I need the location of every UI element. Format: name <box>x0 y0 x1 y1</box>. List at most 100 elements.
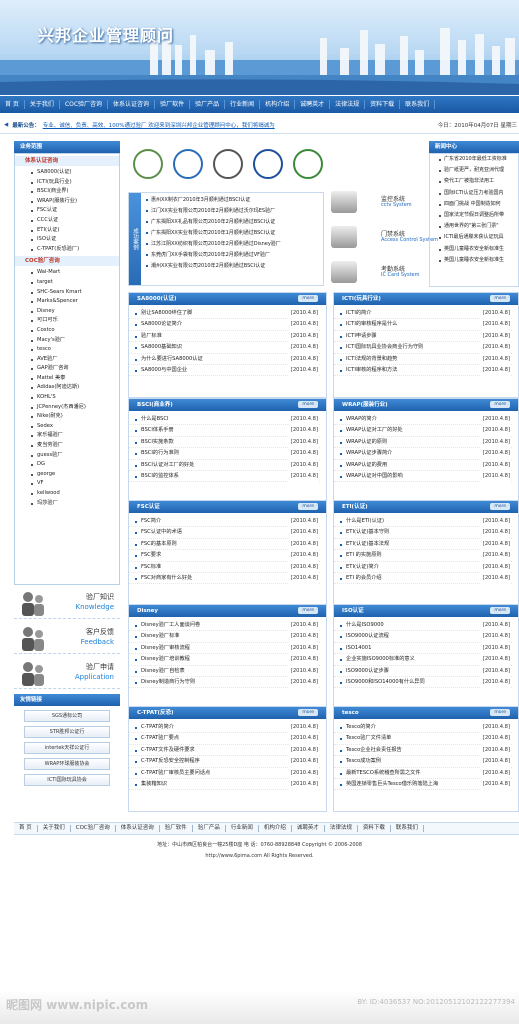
panel-list-item[interactable]: BSCI体系手册 [2010.4.8] <box>129 425 320 437</box>
sidebar-coc-item[interactable]: JCPenney(杰西潘尼) <box>15 403 119 413</box>
panel-list-item[interactable]: ICTI法规的背景和趋势 [2010.4.8] <box>334 353 512 365</box>
nav-item[interactable]: 行业新闻 <box>225 100 261 109</box>
friend-link-button[interactable]: ICTI国际玩具协会 <box>24 774 110 786</box>
panel-list-item[interactable]: Tesco验厂文件清单 [2010.4.8] <box>334 733 512 745</box>
news-item[interactable]: 通用世界的"第三张门票" <box>430 221 518 232</box>
more-button[interactable]: more <box>298 401 318 408</box>
panel-list-item[interactable]: FSC标准 [2010.4.8] <box>129 561 320 573</box>
news-item[interactable]: 奕代工厂被指非法用工 <box>430 176 518 187</box>
sidebar-cert-item[interactable]: ETI(认证) <box>15 226 119 236</box>
sidebar-coc-item[interactable]: Nike(耐克) <box>15 412 119 422</box>
news-item[interactable]: 英国儿童睡衣安全新标准生 <box>430 244 518 255</box>
footer-nav-item[interactable]: 资料下载 <box>358 825 391 832</box>
panel-list-item[interactable]: ICTI的审核程序是什么 [2010.4.8] <box>334 319 512 331</box>
news-item[interactable]: 国际ICTI认证压力考验国内 <box>430 188 518 199</box>
panel-list-item[interactable]: BSCI的行为准则 [2010.4.8] <box>129 448 320 460</box>
panel-list-item[interactable]: BSCI实施条款 [2010.4.8] <box>129 436 320 449</box>
panel-list-item[interactable]: 最新TESCO系统稽查所需之文件 [2010.4.8] <box>334 767 512 779</box>
nav-item[interactable]: 关于我们 <box>25 100 60 109</box>
footer-nav-item[interactable]: 验厂软件 <box>160 825 193 832</box>
panel-list-item[interactable]: FSC要求 [2010.4.8] <box>129 550 320 562</box>
sidebar-coc-item[interactable]: VF <box>15 479 119 489</box>
case-item[interactable]: 惠州XX制衣厂2010年3月顺利通过BSCI认证 <box>145 195 281 206</box>
panel-list-item[interactable]: 什么是BSCI [2010.4.8] <box>129 414 320 426</box>
panel-list-item[interactable]: 集装箱知识 [2010.4.8] <box>129 778 320 791</box>
panel-list-item[interactable]: ETI(认证)基本法规 [2010.4.8] <box>334 538 512 551</box>
sidebar-cert-item[interactable]: CCC认证 <box>15 216 119 226</box>
footer-nav-item[interactable]: 联系我们 <box>391 825 424 832</box>
panel-list-item[interactable]: 英国连锁零售巨头Tesco借乐购落陆上海 [2010.4.8] <box>334 778 512 791</box>
nav-item[interactable]: 首 页 <box>0 100 25 109</box>
sidebar-cert-item[interactable]: BSCI(商业界) <box>15 187 119 197</box>
sidebar-coc-item[interactable]: SHC-Sears Kmart <box>15 288 119 298</box>
site-logo[interactable]: 兴邦企业管理顾问 <box>38 22 174 46</box>
sidebar-coc-item[interactable]: 玛莎验厂 <box>15 499 119 509</box>
panel-list-item[interactable]: 什么是ETI(认证) [2010.4.8] <box>334 516 512 528</box>
panel-list-item[interactable]: Tesco的简介 [2010.4.8] <box>334 722 512 734</box>
panel-list-item[interactable]: C-TPAT文件及硬件要求 [2010.4.8] <box>129 744 320 757</box>
product-3[interactable]: 考勤系统 IC Card System <box>329 257 424 288</box>
panel-list-item[interactable]: ETI 的会员介绍 [2010.4.8] <box>334 572 512 585</box>
news-item[interactable]: 国家法定节假日调整后所带 <box>430 210 518 221</box>
friend-link-button[interactable]: SGS通标公司 <box>24 710 110 722</box>
more-button[interactable]: more <box>490 503 510 510</box>
friend-link-button[interactable]: WRAP环球服装协会 <box>24 758 110 770</box>
footer-nav-item[interactable]: 关于我们 <box>38 825 71 832</box>
footer-nav-item[interactable]: 验厂产品 <box>193 825 226 832</box>
footer-nav-item[interactable]: 首 页 <box>14 825 38 832</box>
panel-list-item[interactable]: ETI(认证)简介 [2010.4.8] <box>334 561 512 573</box>
news-item[interactable]: 验厂纸更严，耐克亚洲代理 <box>430 165 518 176</box>
panel-list-item[interactable]: Tesco企业社会责任报告 [2010.4.8] <box>334 744 512 757</box>
more-button[interactable]: more <box>490 401 510 408</box>
sidebar-cert-item[interactable]: SA8000(认证) <box>15 168 119 178</box>
panel-list-item[interactable]: ICTI的简介 [2010.4.8] <box>334 308 512 320</box>
sidebar-coc-item[interactable]: GAP验厂咨询 <box>15 364 119 374</box>
panel-list-item[interactable]: WRAP认证的原则 [2010.4.8] <box>334 436 512 449</box>
panel-list-item[interactable]: WRAP认证对工厂的好处 [2010.4.8] <box>334 425 512 437</box>
sidebar-cert-item[interactable]: C-TPAT(反恐验厂) <box>15 245 119 255</box>
announcement-text[interactable]: 专业、诚信、负责、高效、100%通过验厂 欢迎来到深圳兴邦企业管理顾问中心，我们… <box>43 121 275 129</box>
sidebar-coc-item[interactable]: Sedex <box>15 422 119 432</box>
footer-nav-item[interactable]: 机构介绍 <box>259 825 292 832</box>
panel-list-item[interactable]: Disney验厂工人面谈问卷 [2010.4.8] <box>129 620 320 632</box>
panel-list-item[interactable]: BSCI的监控体系 [2010.4.8] <box>129 470 320 483</box>
footer-nav-item[interactable]: 体系认证咨询 <box>116 825 160 832</box>
panel-list-item[interactable]: BSCI认证对工厂的好处 [2010.4.8] <box>129 459 320 471</box>
footer-nav-item[interactable]: COC验厂咨询 <box>71 825 116 832</box>
nav-item[interactable]: 机构介绍 <box>260 100 296 109</box>
footer-nav-item[interactable]: 行业新闻 <box>226 825 259 832</box>
case-item[interactable]: 广东揭阳XX实业有限公司2010年1月顺利通过BSCI认证 <box>145 228 281 239</box>
sidebar-coc-item[interactable]: Wal-Mart <box>15 268 119 278</box>
coc-consulting-title[interactable]: COC验厂咨询 <box>15 256 119 267</box>
case-item[interactable]: 江门XX实业有限公司2010年2月顺利通过沃尔玛ES验厂 <box>145 206 281 217</box>
sidebar-coc-item[interactable]: Mattel 美泰 <box>15 374 119 384</box>
panel-list-item[interactable]: SA8000基础知识 [2010.4.8] <box>129 342 320 354</box>
panel-list-item[interactable]: WRAP的简介 [2010.4.8] <box>334 414 512 426</box>
more-button[interactable]: more <box>490 295 510 302</box>
panel-list-item[interactable]: WRAP认证步骤简介 [2010.4.8] <box>334 448 512 460</box>
sidebar-cert-item[interactable]: ISO认证 <box>15 235 119 245</box>
panel-list-item[interactable]: ISO9000和ISO14000有什么异同 [2010.4.8] <box>334 676 512 689</box>
nav-item[interactable]: 验厂产品 <box>190 100 226 109</box>
sidebar-cert-item[interactable]: FSC认证 <box>15 206 119 216</box>
panel-list-item[interactable]: FSC简介 [2010.4.8] <box>129 516 320 528</box>
panel-list-item[interactable]: C-TPAT反恐安全控制程序 [2010.4.8] <box>129 756 320 768</box>
more-button[interactable]: more <box>490 607 510 614</box>
sidebar-coc-item[interactable]: Adidas(阿迪达斯) <box>15 383 119 393</box>
nav-item[interactable]: 诚聘英才 <box>295 100 331 109</box>
sidebar-coc-item[interactable]: Costco <box>15 326 119 336</box>
news-item[interactable]: 英国儿童睡衣安全新标准生 <box>430 255 518 266</box>
panel-list-item[interactable]: 别让SA8000绊住了脚 [2010.4.8] <box>129 308 320 320</box>
more-button[interactable]: more <box>298 709 318 716</box>
product-1[interactable]: 监控系统 cctv System <box>329 187 424 218</box>
panel-list-item[interactable]: ISO14001 [2010.4.8] <box>334 642 512 655</box>
sidebar-cert-item[interactable]: ICTI(玩具行业) <box>15 178 119 188</box>
sidebar-coc-item[interactable]: DG <box>15 460 119 470</box>
panel-list-item[interactable]: FSC的基本原则 [2010.4.8] <box>129 538 320 551</box>
sidebar-coc-item[interactable]: Marks&Spencer <box>15 297 119 307</box>
panel-list-item[interactable]: 为什么要进行SA8000认证 [2010.4.8] <box>129 353 320 365</box>
sidebar-coc-item[interactable]: 家乐福验厂 <box>15 431 119 441</box>
friend-link-button[interactable]: STR胜邦公证行 <box>24 726 110 738</box>
more-button[interactable]: more <box>298 295 318 302</box>
panel-list-item[interactable]: ICTI审核的程序和方法 [2010.4.8] <box>334 364 512 377</box>
